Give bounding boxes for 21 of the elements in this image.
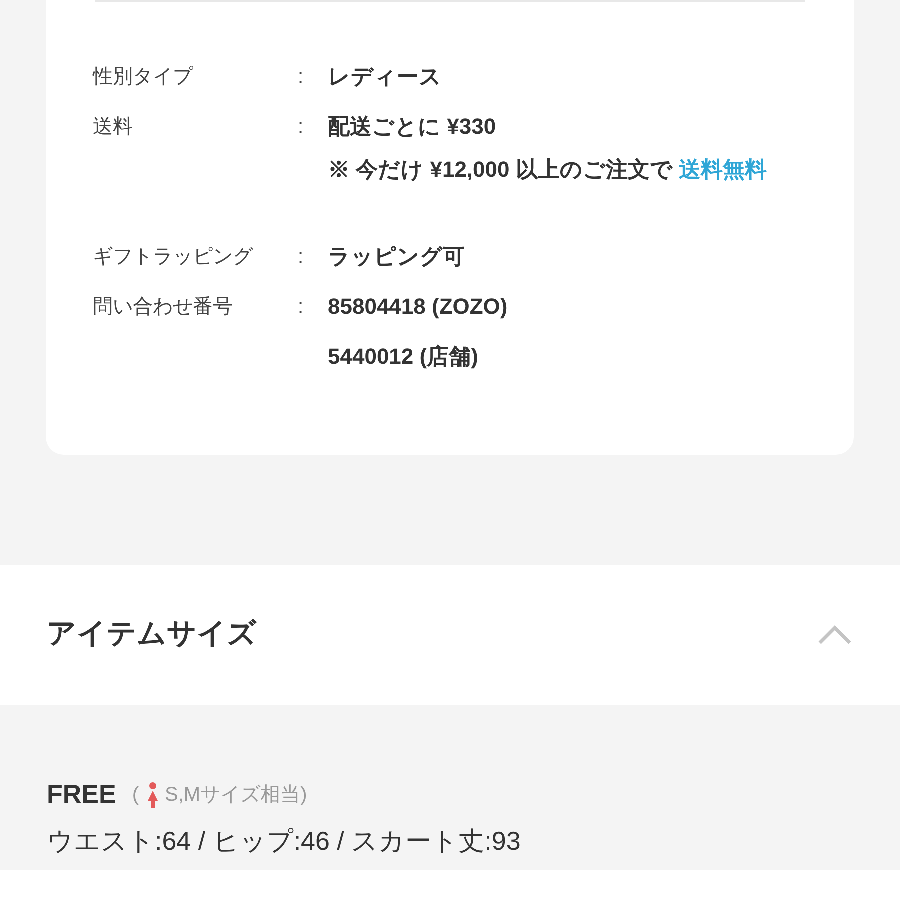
spec-label: ギフトラッピング (93, 245, 254, 270)
section-header[interactable]: アイテムサイズ (0, 565, 900, 705)
paren: ( (132, 782, 140, 808)
separator: : (298, 245, 305, 270)
woman-icon (147, 782, 160, 808)
section-title: アイテムサイズ (47, 617, 257, 652)
separator: : (298, 295, 305, 320)
spec-value: レディース (328, 63, 442, 91)
separator: : (298, 115, 305, 140)
shipping-note: ※ 今だけ ¥12,000 以上のご注文で 送料無料 (328, 156, 768, 184)
size-name: FREE (47, 778, 116, 811)
spec-value: 85804418 (ZOZO) (328, 293, 508, 321)
spec-value: 5440012 (店舗) (328, 343, 480, 371)
spec-value: ラッピング可 (328, 243, 465, 271)
spec-label: 性別タイプ (93, 65, 194, 90)
separator: : (298, 65, 305, 90)
spec-value: 配送ごとに ¥330 (328, 113, 498, 141)
spec-label: 送料 (93, 115, 134, 140)
spec-label: 問い合わせ番号 (93, 295, 234, 320)
size-measurements: ウエスト:64 / ヒップ:46 / スカート丈:93 (47, 825, 522, 858)
size-equivalent: S,Mサイズ相当) (165, 782, 308, 808)
